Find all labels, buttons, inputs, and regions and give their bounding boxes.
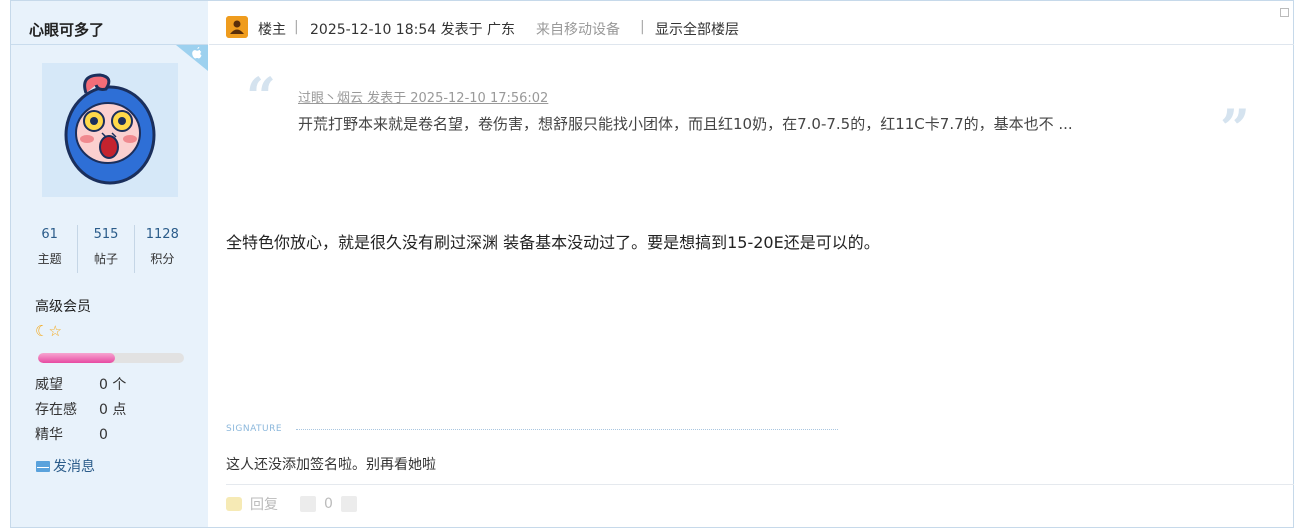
- signature-text: 这人还没添加签名啦。别再看她啦: [226, 457, 436, 473]
- level-progress-fill: [38, 353, 116, 363]
- avatar[interactable]: [42, 63, 178, 197]
- level-moon-star-icon: ☾☆: [35, 322, 62, 340]
- meta-digest-value: 0: [99, 427, 108, 443]
- author-name[interactable]: 心眼可多了: [29, 19, 104, 40]
- stat-points[interactable]: 1128 积分: [135, 225, 190, 273]
- thumbs-up-icon[interactable]: [300, 496, 316, 512]
- user-level[interactable]: 高级会员: [35, 296, 91, 316]
- quote-open-icon: “: [246, 67, 276, 128]
- mail-icon: [36, 460, 50, 472]
- header-separator-2: |: [640, 19, 645, 35]
- collapse-icon[interactable]: [1280, 8, 1289, 17]
- stat-topics-value[interactable]: 61: [22, 225, 77, 245]
- stat-posts-value[interactable]: 515: [78, 225, 133, 245]
- quote-text: 开荒打野本来就是卷名望，卷伤害，想舒服只能找小团体，而且红10奶，在7.0-7.…: [298, 115, 1073, 133]
- signature-divider: [296, 429, 838, 430]
- stat-posts[interactable]: 515 帖子: [78, 225, 135, 273]
- meta-presence-label: 存在感: [35, 402, 77, 418]
- meta-digest-label: 精华: [35, 427, 63, 443]
- meta-prestige: 威望 0 个: [35, 374, 126, 394]
- stat-topics[interactable]: 61 主题: [22, 225, 79, 273]
- stat-posts-label: 帖子: [93, 252, 118, 266]
- landlord-icon: [226, 16, 248, 38]
- meta-presence-value: 0 点: [99, 402, 127, 418]
- like-count: 0: [324, 496, 333, 512]
- meta-digest: 精华 0: [35, 424, 108, 444]
- stat-points-label: 积分: [150, 252, 175, 266]
- device-label: 来自移动设备: [536, 22, 620, 38]
- show-all-floors-link[interactable]: 显示全部楼层: [655, 19, 739, 39]
- header-separator: |: [294, 19, 299, 35]
- landlord-label: 楼主: [258, 22, 286, 38]
- user-stats: 61 主题 515 帖子 1128 积分: [22, 225, 190, 273]
- stat-points-value[interactable]: 1128: [135, 225, 190, 245]
- meta-prestige-label: 威望: [35, 377, 63, 393]
- author-sidebar: 心眼可多了 61 主题 515 帖子 1128 积分 高级会员 ☾☆ 威望 0 …: [11, 1, 208, 527]
- signature-label: SIGNATURE: [226, 424, 283, 434]
- meta-presence: 存在感 0 点: [35, 399, 126, 419]
- reply-button[interactable]: 回复: [250, 494, 278, 514]
- meta-prestige-value: 0 个: [99, 377, 127, 393]
- apple-device-icon: [176, 45, 208, 71]
- reply-icon[interactable]: [226, 497, 242, 511]
- thumbs-down-icon[interactable]: [340, 496, 357, 512]
- level-progress-bar: [38, 353, 184, 363]
- quote-close-icon: ”: [1220, 99, 1250, 160]
- footer-divider: [226, 484, 1294, 485]
- post-content: 全特色你放心，就是很久没有刷过深渊 装备基本没动过了。要是想搞到15-20E还是…: [226, 233, 880, 252]
- send-message-link[interactable]: 发消息: [36, 456, 95, 476]
- send-message-label: 发消息: [53, 459, 95, 475]
- post-datetime: 2025-12-10 18:54 发表于 广东: [310, 22, 516, 38]
- post-header: 楼主 | 2025-12-10 18:54 发表于 广东 来自移动设备 | 显示…: [209, 1, 1294, 45]
- post-actions: 回复 0: [226, 494, 357, 514]
- stat-topics-label: 主题: [37, 252, 62, 266]
- avatar-image: [64, 73, 156, 185]
- quote-author-link[interactable]: 过眼丶烟云 发表于 2025-12-10 17:56:02: [298, 87, 548, 106]
